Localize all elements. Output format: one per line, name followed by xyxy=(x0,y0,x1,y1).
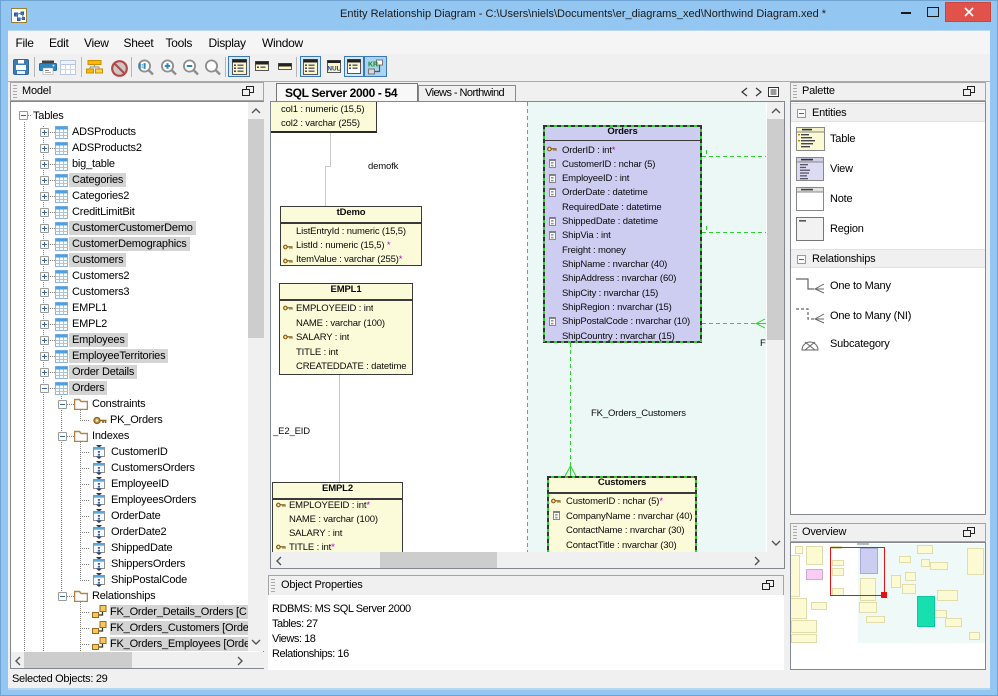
svg-text:KR: KR xyxy=(368,61,378,68)
svg-text:NUL: NUL xyxy=(327,66,340,73)
